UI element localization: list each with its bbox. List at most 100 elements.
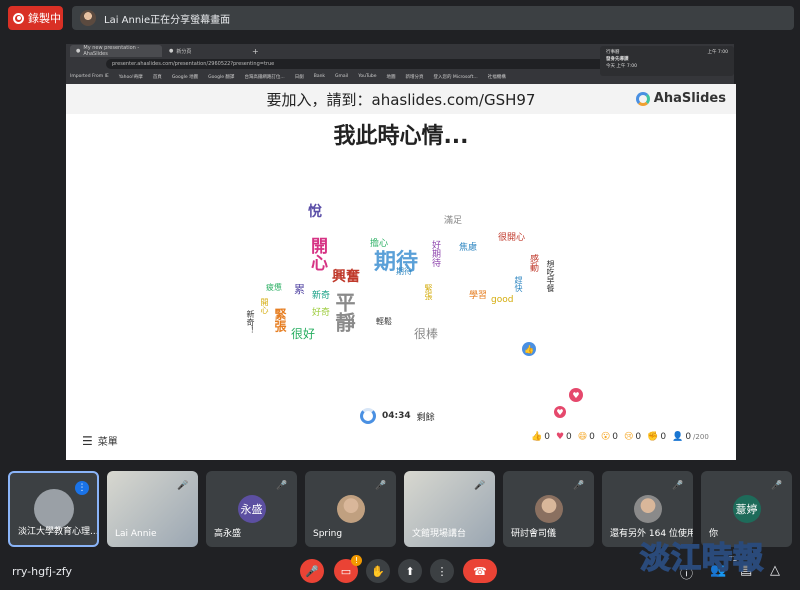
present-icon: ⬆ [405,564,415,578]
word-cloud-word: 平靜 [332,292,356,332]
presenter-banner-text: Lai Annie正在分享螢幕畫面 [104,14,231,26]
reaction-laugh: 😄 0 [578,432,595,442]
bookmark-item[interactable]: 首頁 [153,74,162,80]
hang-up-icon: ☎ [473,564,487,578]
participant-tile[interactable]: ⋮ 淡江大學教育心理... [8,471,99,547]
more-vert-icon: ⋮ [436,564,448,578]
menu-button[interactable]: ☰ 菜單 [82,433,118,449]
word-cloud-word: 開心 [260,298,269,314]
new-tab-button[interactable]: + [246,45,260,57]
participant-tile[interactable]: 🎤 研討會司儀 [503,471,594,547]
participant-avatar [633,495,662,523]
notification-app: 行事曆 [606,50,620,55]
word-cloud-word: 很棒 [414,327,439,341]
word-cloud-word: 悅 [308,204,322,220]
tab-favicon-icon: ● [76,48,81,54]
bookmark-item[interactable]: Imported From IE [70,74,109,79]
countdown-timer: 04:34 剩餘 [360,408,435,424]
browser-tab[interactable]: ● 新分頁 [163,45,233,57]
timer-value: 04:34 [382,411,411,421]
word-cloud-word: 焦慮 [459,243,478,253]
participant-name: Lai Annie [115,529,157,539]
bookmark-item[interactable]: Bank [314,74,325,79]
timer-label: 剩餘 [416,412,435,423]
audience-count-value: 0 [685,432,692,442]
shapes-icon: △ [770,563,780,578]
floating-heart-icon: ♥ [569,388,583,402]
participant-tile[interactable]: 🎤 文館現場講台 [404,471,495,547]
presenter-avatar [80,10,96,26]
laugh-icon: 😄 [577,432,588,442]
present-screen-button[interactable]: ⬆ [398,559,422,583]
participant-tile[interactable]: 永盛 🎤 高永盛 [206,471,297,547]
word-cloud-word: 新奇！ [246,310,255,334]
participant-avatar [336,495,365,523]
presenting-banner: Lai Annie正在分享螢幕畫面 [72,6,794,30]
end-call-button[interactable]: ☎ [463,559,497,583]
participant-avatar: 永盛 [237,495,266,523]
reaction-count: 0 [612,432,619,442]
reaction-count: 0 [544,432,550,442]
reaction-count: 0 [566,432,572,442]
notification-time: 上午 7:00 [707,50,728,55]
word-cloud-word: 學習 [469,291,488,301]
word-cloud-word: 滿足 [444,216,463,226]
camera-warning-badge: ! [351,555,362,566]
thumbs-up-icon: 👍 [531,432,543,442]
mic-muted-icon: 🎤 [177,481,189,491]
word-cloud-word: 擔心 [370,239,389,249]
word-cloud-word: 趕快 [514,276,523,292]
word-cloud-word: 緊張 [273,308,287,332]
participant-avatar [33,489,74,529]
calendar-notification[interactable]: 行事曆 上午 7:00 發身先導課 今天 上午 7:00 [600,46,734,76]
word-cloud-word: 開心 [307,237,327,271]
bookmark-item[interactable]: 地圖 [387,74,396,80]
mic-muted-icon: 🎤 [672,481,684,491]
recording-label: 錄製中 [28,12,61,25]
bookmark-item[interactable]: Yahoo!奇摩 [119,74,143,80]
logo-text: AhaSlides [653,91,726,106]
participant-name: 高永盛 [214,529,242,539]
activities-button[interactable]: △ [770,563,780,578]
hand-icon: ✋ [371,564,385,578]
participant-tile[interactable]: 🎤 Spring [305,471,396,547]
bookmark-item[interactable]: 社福機構 [488,74,506,80]
participant-name: 文館現場講台 [412,529,467,539]
bookmark-item[interactable]: 登入您的 Microsoft... [434,74,478,80]
word-cloud-word: 很開心 [498,233,526,243]
camera-off-button[interactable]: ▭ ! [334,555,362,583]
participant-name: Spring [313,529,343,539]
more-options-button[interactable]: ⋮ [430,559,454,583]
mic-off-button[interactable]: 🎤 [300,559,324,583]
bookmark-item[interactable]: 台灣高鐵網路訂位... [244,74,284,80]
bookmark-item[interactable]: 日劇 [295,74,304,80]
record-icon [13,12,24,24]
clap-icon: ✊ [647,432,659,442]
participant-name: 研討會司儀 [511,529,557,539]
bookmark-item[interactable]: Gmail [335,74,348,79]
bookmark-item[interactable]: 新增分頁 [406,74,424,80]
mic-muted-icon: 🎤 [276,481,288,491]
ahaslides-logo-icon [635,91,650,106]
mic-off-icon: 🎤 [305,564,319,578]
participant-tile[interactable]: 🎤 Lai Annie [107,471,198,547]
bookmark-item[interactable]: YouTube [358,74,376,79]
word-cloud-word: 好期待 [430,240,440,267]
reaction-count: 0 [635,432,642,442]
bookmark-item[interactable]: Google 地圖 [172,74,198,80]
notification-title: 發身先導課 [606,57,629,62]
mic-muted-icon: 🎤 [474,481,486,491]
menu-label: 菜單 [97,437,118,448]
join-text: 要加入，請到：ahaslides.com/GSH97 [266,90,536,109]
notification-subtime: 今天 上午 7:00 [606,64,637,69]
reaction-count: 0 [660,432,667,442]
raise-hand-button[interactable]: ✋ [366,559,390,583]
word-cloud-word: 感動 [528,254,538,272]
recording-badge[interactable]: 錄製中 [8,6,63,30]
word-cloud-word: 緊張 [424,284,433,300]
floating-thumbs-up-icon: 👍 [522,342,536,356]
word-cloud-word: 新奇 [312,291,331,301]
browser-tab-active[interactable]: ● My new presentation - AhaSlides [70,45,162,57]
bookmark-item[interactable]: Google 翻譯 [208,74,234,80]
reaction-thumbs-up: 👍 0 [531,432,550,442]
